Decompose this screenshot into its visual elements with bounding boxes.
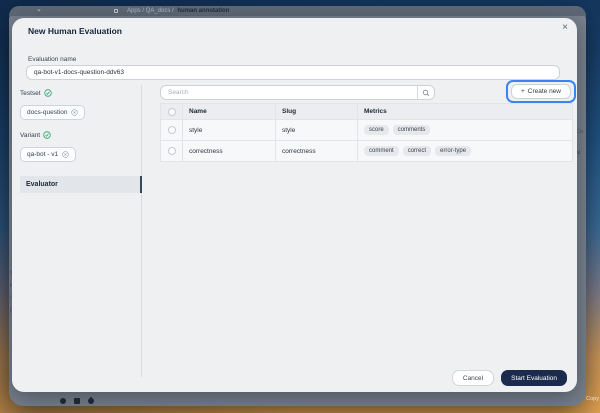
cell-slug: correctness	[276, 141, 358, 161]
row-checkbox[interactable]	[168, 126, 176, 134]
twitter-icon[interactable]	[87, 397, 95, 405]
search-box	[160, 85, 435, 100]
cell-slug: style	[276, 120, 358, 140]
testset-chip[interactable]: docs-question	[20, 105, 85, 120]
remove-circle-icon[interactable]	[71, 109, 78, 116]
desktop-background: ⌄ Apps / QA_docs / human annotation S ic…	[0, 0, 600, 413]
column-header-slug: Slug	[276, 104, 358, 119]
linkedin-icon[interactable]	[74, 398, 80, 404]
evaluator-panel: + Create new Name Slug Metrics style st	[142, 85, 573, 377]
app-topbar: ⌄ Apps / QA_docs / human annotation	[9, 6, 586, 16]
sidebar-item-evaluator[interactable]: Evaluator	[20, 176, 142, 193]
variant-chip[interactable]: qa-bot - v1	[20, 147, 76, 162]
table-row[interactable]: correctness correctness comment correct …	[160, 141, 573, 162]
chevron-down-icon[interactable]: ⌄	[36, 5, 42, 15]
cell-name: correctness	[183, 141, 276, 161]
row-checkbox[interactable]	[168, 147, 176, 155]
evaluators-table: Name Slug Metrics style style score comm…	[160, 103, 573, 162]
cell-name: style	[183, 120, 276, 140]
check-circle-icon	[43, 131, 51, 139]
column-header-name: Name	[183, 104, 276, 119]
variant-label: Variant	[20, 131, 141, 139]
breadcrumb-current: human annotation	[177, 8, 229, 14]
cell-metrics: score comments	[358, 120, 573, 140]
evaluation-name-input[interactable]	[26, 65, 560, 80]
desktop-copy-text: Copy	[586, 396, 599, 402]
cell-metrics: comment correct error-type	[358, 141, 573, 161]
cancel-button[interactable]: Cancel	[452, 370, 494, 386]
search-icon[interactable]	[417, 86, 434, 99]
modal-footer: Cancel Start Evaluation	[452, 370, 567, 386]
background-right-text-fragments: Co al	[576, 122, 585, 164]
modal-body: Testset docs-question Variant qa-bot - v…	[20, 85, 573, 377]
testset-label: Testset	[20, 89, 141, 97]
metric-chip: comment	[364, 146, 399, 156]
table-row[interactable]: style style score comments	[160, 120, 573, 141]
app-square-icon	[114, 9, 118, 13]
table-header-row: Name Slug Metrics	[160, 104, 573, 120]
close-icon[interactable]: ×	[562, 23, 568, 33]
github-icon[interactable]	[60, 398, 66, 404]
new-human-evaluation-modal: New Human Evaluation × Evaluation name T…	[12, 18, 577, 392]
metric-chip: score	[364, 125, 389, 135]
remove-circle-icon[interactable]	[62, 151, 69, 158]
app-footer-icons	[60, 398, 94, 404]
column-header-metrics: Metrics	[358, 104, 573, 119]
metric-chip: error-type	[435, 146, 471, 156]
metric-chip: comments	[393, 125, 431, 135]
evaluation-name-label: Evaluation name	[28, 56, 76, 63]
breadcrumb-prefix[interactable]: Apps / QA_docs /	[127, 8, 174, 14]
create-new-highlight-ring: + Create new	[506, 80, 576, 103]
create-new-button[interactable]: + Create new	[511, 84, 571, 99]
breadcrumb: Apps / QA_docs / human annotation	[127, 6, 229, 16]
start-evaluation-button[interactable]: Start Evaluation	[501, 370, 567, 386]
check-circle-icon	[44, 89, 52, 97]
plus-icon: +	[521, 88, 525, 95]
modal-sidebar: Testset docs-question Variant qa-bot - v…	[20, 85, 142, 377]
metric-chip: correct	[403, 146, 431, 156]
select-all-checkbox[interactable]	[168, 108, 176, 116]
modal-title: New Human Evaluation	[28, 26, 122, 36]
search-input[interactable]	[161, 89, 417, 96]
